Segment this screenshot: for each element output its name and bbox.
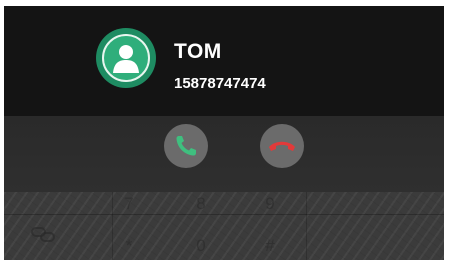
call-actions-area	[4, 116, 444, 192]
hangup-button[interactable]	[260, 124, 304, 168]
caller-avatar	[96, 28, 156, 88]
link-button[interactable]	[30, 225, 56, 248]
key-hash[interactable]: #	[255, 236, 285, 256]
call-screen: TOM 15878747474 7 8 9 * 0 #	[4, 6, 444, 260]
key-0[interactable]: 0	[186, 236, 216, 256]
person-icon	[102, 34, 150, 82]
key-star[interactable]: *	[114, 236, 144, 256]
key-8[interactable]: 8	[186, 194, 216, 214]
answer-button[interactable]	[164, 124, 208, 168]
key-9[interactable]: 9	[255, 194, 285, 214]
caller-name: TOM	[174, 40, 222, 63]
key-7[interactable]: 7	[114, 194, 144, 214]
dial-keypad: 7 8 9 * 0 #	[4, 192, 444, 260]
phone-answer-icon	[176, 136, 196, 156]
link-icon	[31, 227, 55, 242]
header-area	[4, 6, 444, 116]
caller-number: 15878747474	[174, 75, 266, 92]
phone-hangup-icon	[269, 141, 295, 151]
